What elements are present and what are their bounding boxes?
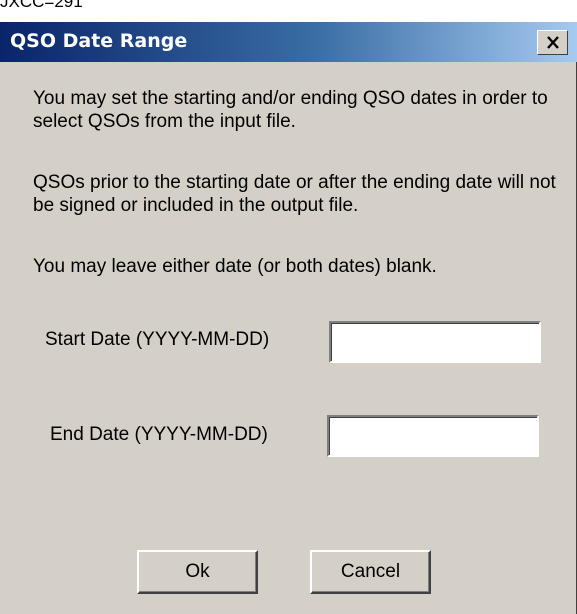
start-date-input[interactable] <box>329 321 541 363</box>
cancel-button[interactable]: Cancel <box>310 550 431 594</box>
dialog-title: QSO Date Range <box>10 30 188 52</box>
end-date-input[interactable] <box>327 415 539 457</box>
warning-text: QSOs prior to the starting date or after… <box>33 172 556 216</box>
close-icon <box>546 36 559 49</box>
close-button[interactable] <box>537 30 568 55</box>
blank-note-text: You may leave either date (or both dates… <box>33 256 437 277</box>
intro-text: You may set the starting and/or ending Q… <box>33 88 548 132</box>
ok-button[interactable]: Ok <box>137 550 258 594</box>
title-bar[interactable]: QSO Date Range <box>0 22 577 62</box>
background-window-text: JXCC=291 <box>0 0 83 11</box>
start-date-label: Start Date (YYYY-MM-DD) <box>45 329 270 350</box>
qso-date-range-dialog: QSO Date Range You may set the starting … <box>0 22 577 614</box>
end-date-label: End Date (YYYY-MM-DD) <box>50 424 268 445</box>
